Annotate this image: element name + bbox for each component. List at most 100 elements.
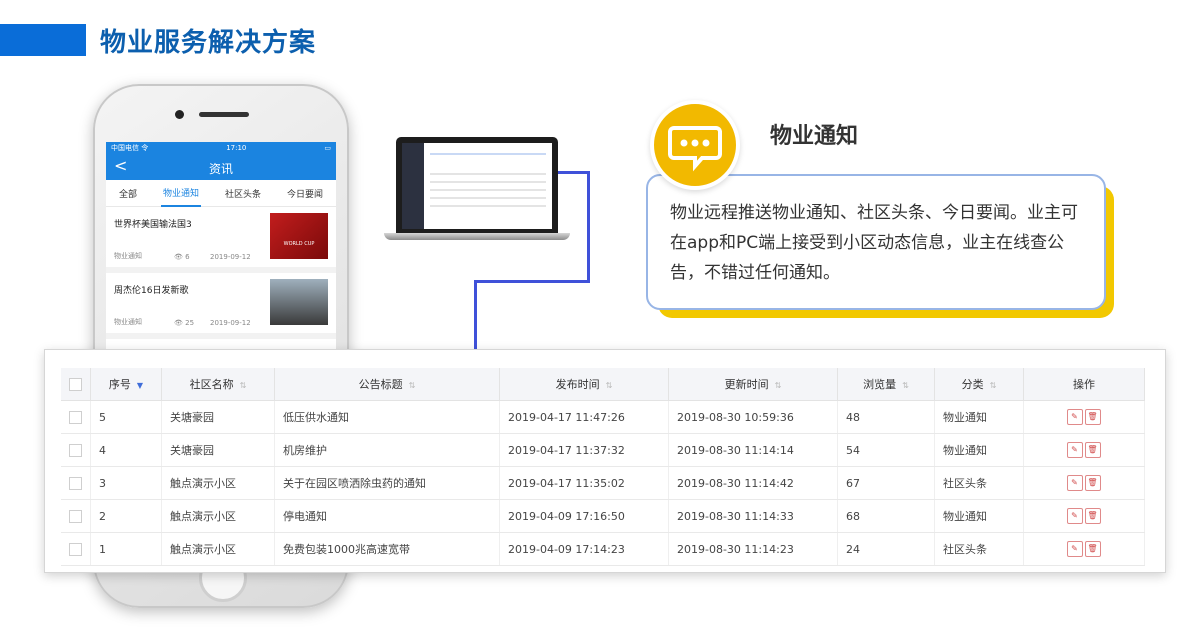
- delete-icon[interactable]: 🗑: [1084, 442, 1101, 458]
- laptop-mockup: [396, 137, 558, 233]
- phone-status-bar: 中国电信 令 17:10 ▭: [106, 142, 336, 154]
- row-checkbox[interactable]: [61, 466, 91, 500]
- column-header-published[interactable]: 发布时间 ⇅: [499, 368, 669, 401]
- page-title: 物业服务解决方案: [100, 28, 317, 58]
- news-category: 物业通知: [114, 252, 142, 260]
- edit-icon[interactable]: ✎: [1066, 508, 1083, 524]
- tab-property-notice[interactable]: 物业通知: [160, 180, 201, 207]
- cell-views: 24: [837, 532, 935, 566]
- connector-line: [474, 280, 477, 350]
- info-card: 物业远程推送物业通知、社区头条、今日要闻。业主可在app和PC端上接受到小区动态…: [646, 174, 1106, 310]
- sort-icon[interactable]: ⇅: [902, 381, 909, 390]
- cell-title: 停电通知: [274, 499, 500, 533]
- cell-index: 2: [90, 499, 162, 533]
- connector-line: [474, 280, 590, 283]
- delete-icon[interactable]: 🗑: [1084, 409, 1101, 425]
- edit-icon[interactable]: ✎: [1066, 541, 1083, 557]
- column-header-views[interactable]: 浏览量 ⇅: [837, 368, 935, 401]
- tab-community-headlines[interactable]: 社区头条: [223, 181, 263, 206]
- news-date: 2019-09-12: [210, 253, 251, 261]
- delete-icon[interactable]: 🗑: [1084, 541, 1101, 557]
- row-checkbox[interactable]: [61, 400, 91, 434]
- phone-nav-title: 资讯: [208, 162, 233, 176]
- news-item[interactable]: 世界杯美国输法国3 物业通知 👁 6 2019-09-12 WORLD CUP: [106, 207, 336, 273]
- cell-community: 触点演示小区: [161, 466, 275, 500]
- edit-icon[interactable]: ✎: [1066, 442, 1083, 458]
- laptop-screen: [402, 143, 552, 229]
- column-header-title[interactable]: 公告标题 ⇅: [274, 368, 500, 401]
- cell-updated: 2019-08-30 11:14:23: [668, 532, 838, 566]
- cell-community: 关塘豪园: [161, 400, 275, 434]
- news-title: 世界杯美国输法国3: [114, 220, 192, 230]
- sort-icon[interactable]: ⇅: [606, 381, 613, 390]
- phone-nav-bar: < 资讯: [106, 154, 336, 180]
- news-thumbnail: WORLD CUP: [270, 213, 328, 259]
- laptop-base: [384, 233, 570, 240]
- status-carrier: 中国电信 令: [111, 144, 149, 152]
- cell-updated: 2019-08-30 11:14:42: [668, 466, 838, 500]
- cell-community: 关塘豪园: [161, 433, 275, 467]
- news-item[interactable]: 周杰伦16日发新歌 物业通知 👁 25 2019-09-12: [106, 273, 336, 339]
- cell-category: 社区头条: [934, 466, 1024, 500]
- cell-views: 68: [837, 499, 935, 533]
- tab-today-news[interactable]: 今日要闻: [285, 181, 325, 206]
- delete-icon[interactable]: 🗑: [1084, 508, 1101, 524]
- row-checkbox[interactable]: [61, 433, 91, 467]
- cell-index: 1: [90, 532, 162, 566]
- cell-published: 2019-04-17 11:35:02: [499, 466, 669, 500]
- eye-icon: 👁: [174, 319, 186, 327]
- cell-updated: 2019-08-30 10:59:36: [668, 400, 838, 434]
- thumbnail-caption: WORLD CUP: [283, 241, 315, 247]
- connector-line: [587, 171, 590, 283]
- cell-updated: 2019-08-30 11:14:14: [668, 433, 838, 467]
- cell-published: 2019-04-09 17:14:23: [499, 532, 669, 566]
- news-date: 2019-09-12: [210, 319, 251, 327]
- news-views: 👁 25: [174, 319, 195, 327]
- chat-bubble-icon: [650, 100, 740, 190]
- cell-actions: ✎ 🗑: [1023, 400, 1145, 434]
- cell-community: 触点演示小区: [161, 532, 275, 566]
- cell-category: 物业通知: [934, 433, 1024, 467]
- phone-tabs: 全部 物业通知 社区头条 今日要闻: [106, 180, 336, 207]
- row-checkbox[interactable]: [61, 532, 91, 566]
- column-header-community[interactable]: 社区名称 ⇅: [161, 368, 275, 401]
- row-checkbox[interactable]: [61, 499, 91, 533]
- cell-title: 关于在园区喷洒除虫药的通知: [274, 466, 500, 500]
- sort-icon[interactable]: ⇅: [775, 381, 782, 390]
- table-row: 5 关塘豪园 低压供水通知 2019-04-17 11:47:26 2019-0…: [61, 400, 1145, 434]
- cell-updated: 2019-08-30 11:14:33: [668, 499, 838, 533]
- cell-published: 2019-04-09 17:16:50: [499, 499, 669, 533]
- column-header-updated[interactable]: 更新时间 ⇅: [668, 368, 838, 401]
- table-header-row: 序号 ▼ 社区名称 ⇅ 公告标题 ⇅ 发布时间 ⇅ 更新时间 ⇅ 浏览量 ⇅ 分类 ⇅ 操作: [61, 368, 1145, 401]
- cell-views: 67: [837, 466, 935, 500]
- phone-camera: [175, 110, 184, 119]
- sort-icon[interactable]: ⇅: [240, 381, 247, 390]
- column-header-category[interactable]: 分类 ⇅: [934, 368, 1024, 401]
- announcement-table: 序号 ▼ 社区名称 ⇅ 公告标题 ⇅ 发布时间 ⇅ 更新时间 ⇅ 浏览量 ⇅ 分类 ⇅ 操作 …: [61, 368, 1145, 566]
- sort-desc-icon[interactable]: ▼: [137, 381, 143, 390]
- cell-community: 触点演示小区: [161, 499, 275, 533]
- table-row: 2 触点演示小区 停电通知 2019-04-09 17:16:50 2019-0…: [61, 499, 1145, 533]
- sort-icon[interactable]: ⇅: [990, 381, 997, 390]
- cell-views: 54: [837, 433, 935, 467]
- cell-views: 48: [837, 400, 935, 434]
- phone-speaker: [199, 112, 249, 117]
- tab-all[interactable]: 全部: [117, 181, 139, 206]
- cell-index: 4: [90, 433, 162, 467]
- connector-line: [558, 171, 590, 174]
- sort-icon[interactable]: ⇅: [409, 381, 416, 390]
- news-views: 👁 6: [174, 253, 190, 261]
- edit-icon[interactable]: ✎: [1066, 409, 1083, 425]
- announcement-table-panel: 序号 ▼ 社区名称 ⇅ 公告标题 ⇅ 发布时间 ⇅ 更新时间 ⇅ 浏览量 ⇅ 分类 ⇅ 操作 …: [44, 349, 1166, 573]
- cell-actions: ✎ 🗑: [1023, 532, 1145, 566]
- column-header-index[interactable]: 序号 ▼: [90, 368, 162, 401]
- cell-title: 低压供水通知: [274, 400, 500, 434]
- delete-icon[interactable]: 🗑: [1084, 475, 1101, 491]
- card-description: 物业远程推送物业通知、社区头条、今日要闻。业主可在app和PC端上接受到小区动态…: [670, 203, 1078, 283]
- table-row: 4 关塘豪园 机房维护 2019-04-17 11:37:32 2019-08-…: [61, 433, 1145, 467]
- table-row: 1 触点演示小区 免费包装1000兆高速宽带 2019-04-09 17:14:…: [61, 532, 1145, 566]
- cell-actions: ✎ 🗑: [1023, 499, 1145, 533]
- edit-icon[interactable]: ✎: [1066, 475, 1083, 491]
- card-title: 物业通知: [770, 124, 859, 149]
- select-all-checkbox[interactable]: [61, 368, 91, 401]
